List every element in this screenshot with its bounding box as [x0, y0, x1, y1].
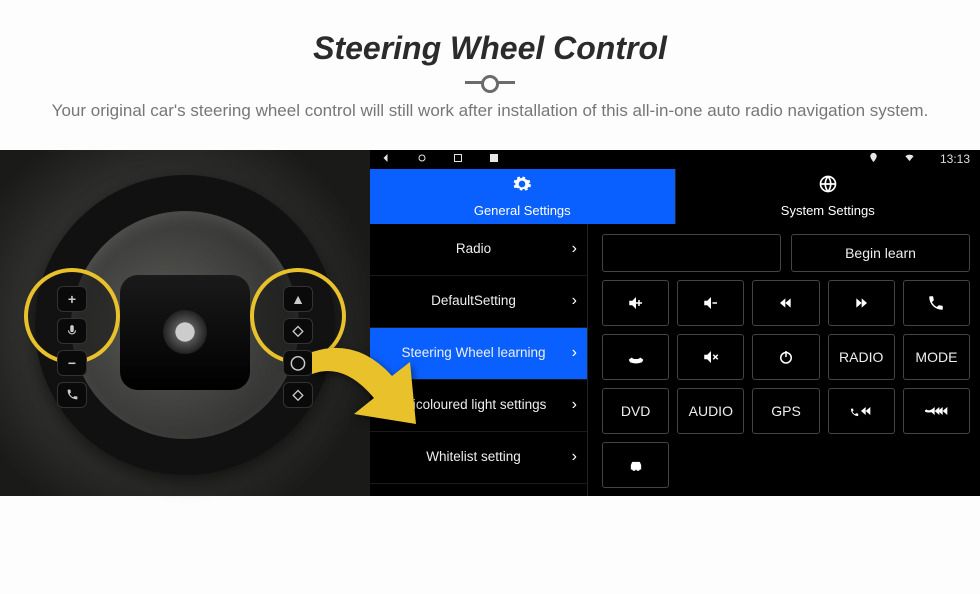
wifi-icon — [903, 152, 916, 166]
arrow-callout-icon — [302, 332, 432, 462]
screenshot-nav-icon[interactable] — [488, 152, 500, 167]
swc-dvd-button[interactable]: DVD — [602, 388, 669, 434]
chevron-right-icon: › — [572, 447, 577, 466]
sidebar-item-label: DefaultSetting — [431, 293, 516, 309]
wheel-btn-volume-up: + — [57, 286, 87, 312]
location-icon — [868, 152, 879, 166]
wheel-btn-up: ▲ — [283, 286, 313, 312]
swc-mute-button[interactable] — [677, 334, 744, 380]
device-row: + − ▲ ◇ ◯ ◇ — [0, 150, 980, 496]
begin-learn-button[interactable]: Begin learn — [791, 234, 970, 272]
sidebar-item-label: Whitelist setting — [426, 449, 521, 465]
swc-gps-button[interactable]: GPS — [752, 388, 819, 434]
swc-radio-button[interactable]: RADIO — [828, 334, 895, 380]
recent-nav-icon[interactable] — [452, 152, 464, 167]
swc-phone-prev-button[interactable] — [828, 388, 895, 434]
chevron-right-icon: › — [572, 343, 577, 362]
swc-empty-slot — [903, 442, 970, 488]
swc-volume-down-button[interactable] — [677, 280, 744, 326]
sidebar-item-default-setting[interactable]: DefaultSetting › — [370, 276, 587, 328]
steering-learn-panel: Begin learn — [588, 224, 980, 496]
home-nav-icon[interactable] — [416, 152, 428, 167]
chevron-right-icon: › — [572, 239, 577, 258]
head-unit-screen: 13:13 General Settings System Settings R… — [370, 150, 980, 496]
swc-empty-slot — [677, 442, 744, 488]
swc-mode-button[interactable]: MODE — [903, 334, 970, 380]
wheel-btn-voice — [57, 318, 87, 344]
page-subtitle: Your original car's steering wheel contr… — [40, 98, 940, 124]
title-divider — [465, 81, 515, 84]
steering-wheel-photo: + − ▲ ◇ ◯ ◇ — [0, 150, 370, 496]
wheel-btn-volume-down: − — [57, 350, 87, 376]
tab-label: General Settings — [474, 203, 571, 218]
chevron-right-icon: › — [572, 395, 577, 414]
swc-empty-slot — [752, 442, 819, 488]
status-time: 13:13 — [940, 152, 970, 166]
sidebar-item-radio[interactable]: Radio › — [370, 224, 587, 276]
swc-phone-next-button[interactable] — [903, 388, 970, 434]
page-title: Steering Wheel Control — [0, 30, 980, 67]
learn-status-slot — [602, 234, 781, 272]
sidebar-item-label: Radio — [456, 241, 491, 257]
wheel-btn-phone — [57, 382, 87, 408]
swc-empty-slot — [828, 442, 895, 488]
gear-icon — [512, 174, 532, 199]
tab-label: System Settings — [781, 203, 875, 218]
swc-next-track-button[interactable] — [828, 280, 895, 326]
android-status-bar: 13:13 — [370, 150, 980, 169]
swc-car-button[interactable] — [602, 442, 669, 488]
back-nav-icon[interactable] — [380, 152, 392, 167]
wheel-hub — [120, 275, 250, 390]
tab-general-settings[interactable]: General Settings — [370, 169, 675, 224]
swc-prev-track-button[interactable] — [752, 280, 819, 326]
tab-system-settings[interactable]: System Settings — [676, 169, 980, 224]
settings-tabs: General Settings System Settings — [370, 169, 980, 224]
swc-audio-button[interactable]: AUDIO — [677, 388, 744, 434]
globe-icon — [818, 174, 838, 199]
swc-volume-up-button[interactable] — [602, 280, 669, 326]
swc-phone-answer-button[interactable] — [903, 280, 970, 326]
swc-phone-hangup-button[interactable] — [602, 334, 669, 380]
wheel-left-buttons: + − — [24, 268, 120, 364]
chevron-right-icon: › — [572, 291, 577, 310]
swc-power-button[interactable] — [752, 334, 819, 380]
